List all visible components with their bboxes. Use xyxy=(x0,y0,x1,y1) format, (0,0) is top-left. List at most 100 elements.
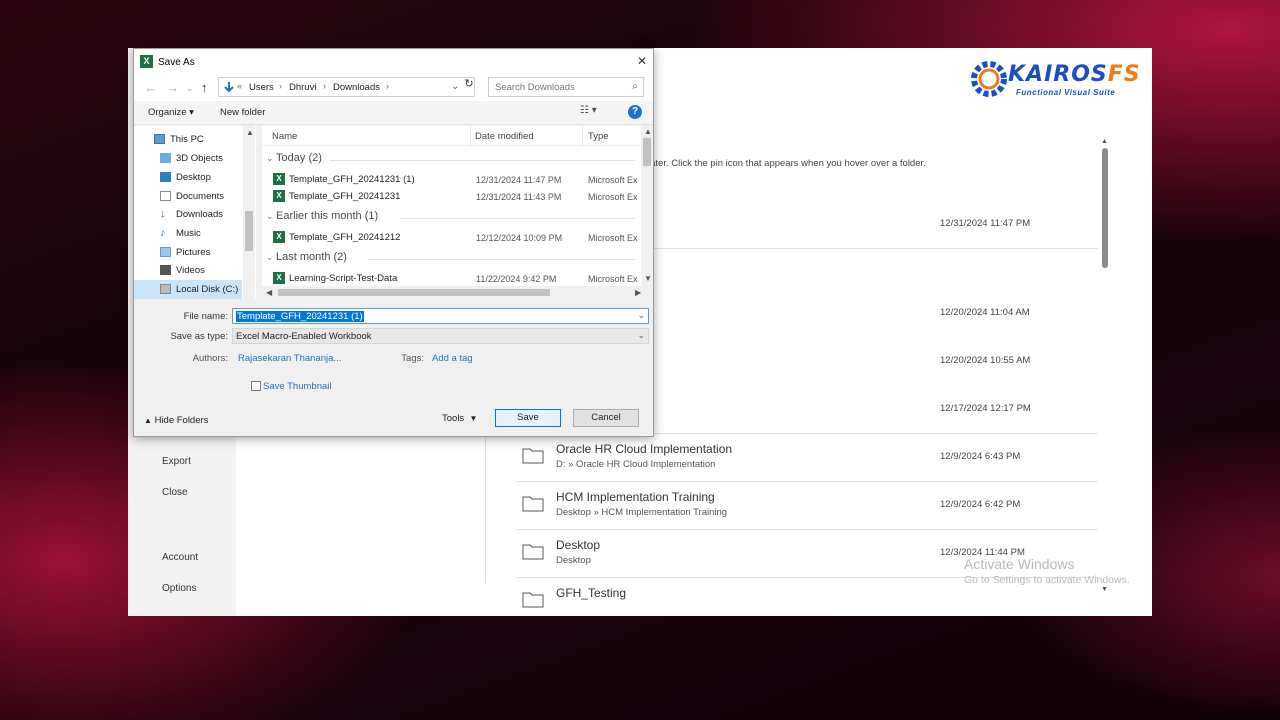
scroll-thumb[interactable] xyxy=(643,138,651,166)
nav-item-music[interactable]: ♪ Music xyxy=(160,228,201,240)
column-header-row: Name Date modified Type xyxy=(262,126,653,146)
file-name-value[interactable]: Template_GFH_20241231 (1) xyxy=(236,311,364,322)
group-header[interactable]: ⌄ Today (2) xyxy=(266,152,322,164)
save-thumbnail-label[interactable]: Save Thumbnail xyxy=(263,381,331,392)
excel-file-icon: X xyxy=(273,272,285,284)
backstage-export[interactable]: Export xyxy=(162,456,191,467)
scroll-right-icon[interactable]: ▶ xyxy=(635,288,641,297)
recent-folder-row[interactable]: Oracle HR Cloud Implementation D: » Orac… xyxy=(516,434,1098,482)
group-header[interactable]: ⌄ Earlier this month (1) xyxy=(266,210,378,222)
scroll-left-icon[interactable]: ◀ xyxy=(266,288,272,297)
nav-item-local-disk[interactable]: Local Disk (C:) xyxy=(160,284,238,295)
nav-item-videos[interactable]: Videos xyxy=(160,265,205,276)
change-view-icon[interactable]: ☷ ▾ xyxy=(580,105,597,116)
computer-icon xyxy=(154,134,165,144)
recent-folder-name: Desktop xyxy=(556,538,601,552)
recent-locations-icon[interactable]: ⌄ xyxy=(186,83,194,94)
chevron-down-icon[interactable]: ⌄ xyxy=(637,330,645,341)
file-name-label: File name: xyxy=(183,311,228,322)
chevron-right-icon[interactable]: › xyxy=(279,81,282,91)
scroll-up-icon[interactable]: ▲ xyxy=(644,127,652,136)
chevron-right-icon[interactable]: › xyxy=(323,81,326,91)
scroll-up-icon[interactable]: ▲ xyxy=(246,128,254,137)
breadcrumb-overflow[interactable]: « xyxy=(237,81,242,91)
save-as-type-label: Save as type: xyxy=(170,331,228,342)
authors-value[interactable]: Rajasekaran Thananja... xyxy=(238,353,341,364)
nav-item-documents[interactable]: Documents xyxy=(160,191,224,202)
scroll-up-icon[interactable]: ▲ xyxy=(1101,138,1108,145)
breadcrumb-downloads[interactable]: Downloads xyxy=(333,82,380,93)
backstage-account[interactable]: Account xyxy=(162,552,198,563)
tools-button[interactable]: Tools ▼ xyxy=(442,413,477,424)
scroll-thumb[interactable] xyxy=(278,289,550,296)
save-as-type-select[interactable]: Excel Macro-Enabled Workbook ⌄ xyxy=(232,328,649,344)
nav-pane-scrollbar[interactable]: ▲ xyxy=(243,126,255,299)
breadcrumb-users[interactable]: Users xyxy=(249,82,274,93)
file-date: 11/22/2024 9:42 PM xyxy=(476,274,557,284)
nav-item-desktop[interactable]: Desktop xyxy=(160,172,211,183)
save-thumbnail-checkbox[interactable] xyxy=(251,381,261,391)
scroll-down-icon[interactable]: ▼ xyxy=(1101,586,1108,593)
nav-item-pictures[interactable]: Pictures xyxy=(160,247,210,258)
kairosfs-logo: KAIROSFS Functional Visual Suite xyxy=(958,50,1152,110)
up-arrow-icon[interactable]: ↑ xyxy=(201,80,208,95)
chevron-down-icon[interactable]: ⌄ xyxy=(637,310,645,321)
file-list-horizontal-scrollbar[interactable]: ◀ ▶ xyxy=(262,286,653,299)
file-name[interactable]: Learning-Script-Test-Data xyxy=(289,273,397,284)
address-bar[interactable]: « Users › Dhruvi › Downloads › ⌄ xyxy=(218,77,475,97)
excel-icon: X xyxy=(140,55,153,68)
scroll-down-icon[interactable]: ▼ xyxy=(644,274,652,283)
brand-tagline: Functional Visual Suite xyxy=(1016,88,1116,97)
column-divider[interactable] xyxy=(582,126,583,146)
recent-folder-path: Desktop xyxy=(556,555,591,566)
new-folder-button[interactable]: New folder xyxy=(220,107,265,118)
recent-date: 12/20/2024 11:04 AM xyxy=(940,307,1030,318)
nav-item-3d-objects[interactable]: 3D Objects xyxy=(160,153,223,164)
column-name[interactable]: Name xyxy=(272,131,297,142)
search-input[interactable]: Search Downloads ⌕ xyxy=(488,77,644,97)
scroll-thumb[interactable] xyxy=(1102,148,1108,268)
save-button[interactable]: Save xyxy=(495,409,561,427)
organize-button[interactable]: Organize ▾ xyxy=(148,107,194,118)
file-date: 12/12/2024 10:09 PM xyxy=(476,233,563,243)
file-name-input[interactable]: Template_GFH_20241231 (1) ⌄ xyxy=(232,308,649,324)
close-button[interactable]: ✕ xyxy=(634,53,650,69)
group-header[interactable]: ⌄ Last month (2) xyxy=(266,251,347,263)
hide-folders-button[interactable]: ▲ Hide Folders xyxy=(144,415,208,426)
add-tag-link[interactable]: Add a tag xyxy=(432,353,473,364)
nav-item-downloads[interactable]: ↓ Downloads xyxy=(160,209,223,221)
nav-item-this-pc[interactable]: This PC xyxy=(154,134,204,145)
activate-windows-watermark: Activate Windows Go to Settings to activ… xyxy=(964,556,1130,586)
backstage-scrollbar[interactable]: ▲ ▼ xyxy=(1100,138,1110,598)
file-name[interactable]: Template_GFH_20241231 xyxy=(289,191,400,202)
back-arrow-icon[interactable]: ← xyxy=(144,80,157,95)
chevron-down-icon[interactable]: ⌄ xyxy=(451,81,459,92)
file-list-vertical-scrollbar[interactable]: ▲ ▼ xyxy=(641,126,653,286)
refresh-icon[interactable]: ↻ xyxy=(462,77,476,93)
recent-folder-row[interactable]: HCM Implementation Training Desktop » HC… xyxy=(516,482,1098,530)
file-name[interactable]: Template_GFH_20241212 xyxy=(289,232,400,243)
folder-icon xyxy=(522,496,544,512)
authors-label: Authors: xyxy=(192,353,228,364)
column-date[interactable]: Date modified xyxy=(475,131,534,142)
chevron-right-icon[interactable]: › xyxy=(386,81,389,91)
file-name[interactable]: Template_GFH_20241231 (1) xyxy=(289,174,415,185)
save-as-type-value: Excel Macro-Enabled Workbook xyxy=(236,331,372,342)
help-icon[interactable]: ? xyxy=(628,105,642,119)
cancel-button[interactable]: Cancel xyxy=(573,409,639,427)
download-icon xyxy=(224,82,234,93)
backstage-options[interactable]: Options xyxy=(162,583,196,594)
scroll-thumb[interactable] xyxy=(245,211,253,251)
column-type[interactable]: Type xyxy=(588,131,609,142)
column-divider[interactable] xyxy=(470,126,471,146)
music-icon: ♪ xyxy=(160,227,166,239)
dialog-toolbar: Organize ▾ New folder ☷ ▾ ? xyxy=(134,101,653,125)
recent-date: 12/31/2024 11:47 PM xyxy=(940,218,1031,229)
forward-arrow-icon[interactable]: → xyxy=(166,80,179,95)
file-type: Microsoft Ex xyxy=(588,192,638,202)
dialog-titlebar[interactable]: X Save As ✕ xyxy=(134,49,653,75)
backstage-close[interactable]: Close xyxy=(162,487,188,498)
file-type: Microsoft Ex xyxy=(588,233,638,243)
recent-folder-name: Oracle HR Cloud Implementation xyxy=(556,442,733,456)
breadcrumb-dhruvi[interactable]: Dhruvi xyxy=(289,82,316,93)
